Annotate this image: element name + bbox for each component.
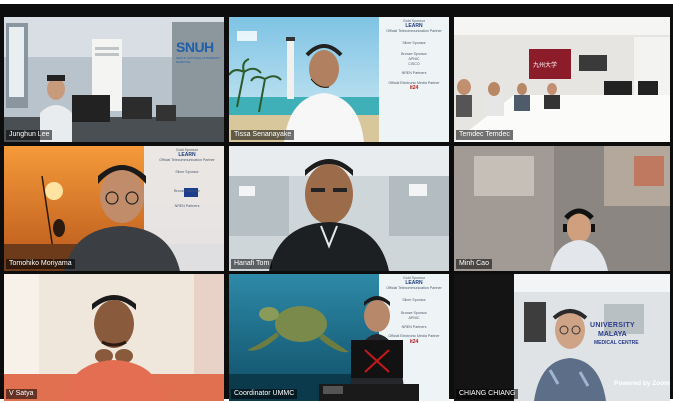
bronze-sponsor-label: Bronze Sponsor [174,188,200,193]
snuh-logo-subtitle: SEOUL NATIONAL UNIVERSITY HOSPITAL [176,56,221,64]
sponsor-logo-cisco: CISCO [408,62,420,67]
video-tile-v-satya[interactable]: V Satya [4,274,224,401]
nren-partners-label: NREN Partners [401,325,427,330]
um-logo-line3: MEDICAL CENTRE [594,340,639,346]
video-tile-tomohiko-moriyama[interactable]: Gold Sponsor LEARN Official Telecommunic… [4,146,224,271]
snuh-logo: SNUH [176,39,214,55]
video-feed [454,146,670,271]
nren-partners-label: NREN Partners [401,71,427,76]
video-tile-chiang-chiang[interactable]: UNIVERSITY MALAYA MEDICAL CENTRE Powered… [454,274,670,401]
video-tile-tissa-senanayake[interactable]: Gold Sponsor LEARN Official Telecommunic… [229,17,449,142]
silver-sponsor-label: Silver Sponsor [402,297,426,302]
nren-partners-label: NREN Partners [174,204,200,209]
participant-name: Minh Cao [456,259,492,269]
sponsor-panel: Gold Sponsor LEARN Official Telecommunic… [381,19,447,91]
sponsor-panel: Gold Sponsor LEARN Official Telecommunic… [154,148,220,209]
um-logo-line2: MALAYA [598,331,627,338]
participant-name: V Satya [6,389,37,399]
video-feed [454,17,670,142]
silver-sponsor-label: Silver Sponsor [402,40,426,45]
participant-name: Junghun Lee [6,130,53,140]
participant-name: Tissa Senanayake [231,130,295,140]
sponsor-logo-apnic: APNIC [408,316,420,321]
video-tile-temdec-temdec[interactable]: 九州大学 Temdec Temdec [454,17,670,142]
telecom-partner-label: Official Telecommunication Partner [386,286,442,291]
silver-sponsor-label: Silver Sponsor [175,169,199,174]
telecom-partner-label: Official Telecommunication Partner [159,158,215,163]
kyushu-university-logo: 九州大学 [533,63,558,69]
video-tile-minh-cao[interactable]: Minh Cao [454,146,670,271]
participant-name: Temdec Temdec [456,130,513,140]
powered-by-zoom-watermark: Powered by Zoom [614,380,670,387]
gallery-view: SNUH SEOUL NATIONAL UNIVERSITY HOSPITAL … [0,4,673,401]
participant-name: Coordinator UMMC [231,389,298,399]
video-feed [4,274,224,401]
video-tile-hanafi-tom[interactable]: Hanafi Tom [229,146,449,271]
sponsor-panel: Gold Sponsor LEARN Official Telecommunic… [381,276,447,345]
participant-name: CHIANG CHIANG [456,389,519,399]
um-logo-line1: UNIVERSITY [590,322,636,329]
sponsor-logo-it24: it24 [409,338,419,345]
sponsor-logo-it24: it24 [409,84,419,91]
telecom-partner-label: Official Telecommunication Partner [386,29,442,34]
video-tile-coordinator-ummc[interactable]: Gold Sponsor LEARN Official Telecommunic… [229,274,449,401]
video-feed [4,17,224,142]
participant-name: Hanafi Tom [231,259,273,269]
video-feed [229,146,449,271]
video-tile-junghun-lee[interactable]: SNUH SEOUL NATIONAL UNIVERSITY HOSPITAL … [4,17,224,142]
participant-name: Tomohiko Moriyama [6,259,75,269]
